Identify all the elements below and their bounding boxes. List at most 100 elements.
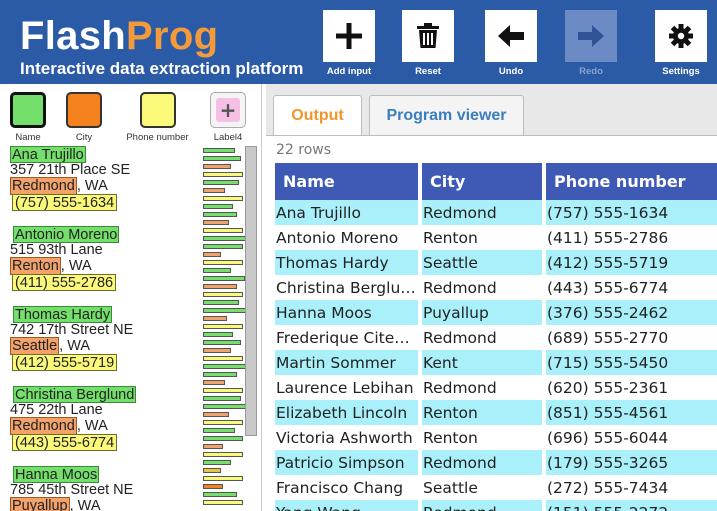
document-panel: Name City Phone number + Label4 Ana Truj…	[0, 84, 262, 511]
phone-highlight[interactable]: (411) 555-2786	[12, 274, 117, 291]
table-cell: Seattle	[418, 250, 544, 275]
table-cell: (620) 555-2361	[542, 375, 717, 400]
table-cell: Renton	[418, 400, 544, 425]
state-text: , WA	[69, 498, 101, 511]
table-cell: (757) 555-1634	[542, 200, 717, 225]
tab-output[interactable]: Output	[273, 95, 362, 135]
name-highlight[interactable]: Thomas Hardy	[13, 306, 113, 323]
output-table: Name City Phone number Ana Trujillo Redmo…	[275, 163, 717, 511]
arrow-right-icon	[565, 10, 617, 62]
city-highlight[interactable]: Seattle	[10, 337, 60, 355]
phone-highlight[interactable]: (443) 555-6774	[12, 434, 118, 451]
table-cell: Redmond	[418, 375, 544, 400]
table-cell: Christina Berglund	[275, 275, 420, 300]
column-header[interactable]: Phone number	[542, 163, 717, 200]
table-cell: Victoria Ashworth	[275, 425, 420, 450]
table-cell: Thomas Hardy	[275, 250, 420, 275]
table-cell: Seattle	[418, 475, 544, 500]
table-row[interactable]: Elizabeth Lincoln Renton (851) 555-4561	[275, 400, 717, 425]
table-row[interactable]: Francisco Chang Seattle (272) 555-7434	[275, 475, 717, 500]
name-highlight[interactable]: Hanna Moos	[13, 466, 100, 483]
app-tagline: Interactive data extraction platform	[20, 59, 304, 78]
redo-button[interactable]: Redo	[565, 10, 617, 80]
table-body: Ana Trujillo Redmond (757) 555-1634 Antonio…	[275, 200, 717, 511]
table-cell: Frederique Cite…	[275, 325, 420, 350]
city-color-box	[66, 92, 102, 128]
table-cell: Kent	[418, 350, 544, 375]
output-panel: Output Program viewer 22 rows Name City …	[266, 84, 717, 511]
plus-icon	[323, 10, 375, 62]
label-swatch-city[interactable]: City	[66, 92, 102, 143]
state-text: , WA	[60, 258, 92, 274]
app-header: FlashProg Interactive data extraction pl…	[0, 0, 717, 84]
table-row[interactable]: Thomas Hardy Seattle (412) 555-5719	[275, 250, 717, 275]
table-cell: Patricio Simpson	[275, 450, 420, 475]
table-row[interactable]: Victoria Ashworth Renton (696) 555-6044	[275, 425, 717, 450]
label-swatch-phone[interactable]: Phone number	[122, 92, 193, 143]
table-row[interactable]: Hanna Moos Puyallup (376) 555-2462	[275, 300, 717, 325]
table-cell: Elizabeth Lincoln	[275, 400, 420, 425]
row-count: 22 rows	[276, 142, 332, 158]
table-cell: (851) 555-4561	[542, 400, 717, 425]
table-cell: Ana Trujillo	[275, 200, 420, 225]
tab-bar: Output Program viewer	[266, 84, 717, 138]
table-cell: Yang Wang	[275, 500, 420, 511]
tab-program-viewer[interactable]: Program viewer	[369, 95, 524, 135]
reset-button[interactable]: Reset	[402, 10, 454, 80]
phone-color-box	[139, 92, 176, 128]
name-highlight[interactable]: Antonio Moreno	[13, 226, 120, 243]
table-cell: (696) 555-6044	[542, 425, 717, 450]
phone-highlight[interactable]: (757) 555-1634	[12, 194, 118, 211]
table-cell: Martin Sommer	[275, 350, 420, 375]
state-text: , WA	[59, 338, 91, 354]
table-row[interactable]: Christina Berglund Redmond (443) 555-6774	[275, 275, 717, 300]
trash-icon	[402, 10, 454, 62]
add-input-button[interactable]: Add input	[323, 10, 375, 80]
table-cell: (376) 555-2462	[542, 300, 717, 325]
name-highlight[interactable]: Ana Trujillo	[10, 146, 86, 163]
city-highlight[interactable]: Redmond	[10, 177, 77, 195]
document-text[interactable]: Ana Trujillo 357 21th Place SE Redmond, …	[10, 146, 198, 511]
table-cell: Antonio Moreno	[275, 225, 420, 250]
table-cell: Francisco Chang	[275, 475, 420, 500]
city-highlight[interactable]: Redmond	[10, 417, 77, 435]
city-highlight[interactable]: Renton	[10, 257, 61, 275]
label-swatch-name[interactable]: Name	[10, 92, 46, 143]
gear-icon	[655, 10, 707, 62]
add-label-button[interactable]: + Label4	[210, 92, 246, 143]
phone-highlight[interactable]: (412) 555-5719	[12, 354, 118, 371]
table-row[interactable]: Antonio Moreno Renton (411) 555-2786	[275, 225, 717, 250]
column-header[interactable]: City	[418, 163, 544, 200]
table-cell: Redmond	[418, 500, 544, 511]
table-cell: (689) 555-2770	[542, 325, 717, 350]
name-color-box	[10, 92, 46, 128]
table-cell: Redmond	[418, 325, 544, 350]
table-row[interactable]: Martin Sommer Kent (715) 555-5450	[275, 350, 717, 375]
table-row[interactable]: Frederique Cite… Redmond (689) 555-2770	[275, 325, 717, 350]
settings-button[interactable]: Settings	[655, 10, 707, 80]
undo-button[interactable]: Undo	[485, 10, 537, 80]
table-cell: (443) 555-6774	[542, 275, 717, 300]
table-cell: Laurence Lebihan	[275, 375, 420, 400]
table-cell: Hanna Moos	[275, 300, 420, 325]
state-text: , WA	[76, 178, 108, 194]
name-highlight[interactable]: Christina Berglund	[13, 386, 137, 403]
table-cell: Renton	[418, 425, 544, 450]
table-cell: (179) 555-3265	[542, 450, 717, 475]
table-row[interactable]: Ana Trujillo Redmond (757) 555-1634	[275, 200, 717, 225]
table-row[interactable]: Yang WangRedmond(151) 555-2272	[275, 500, 717, 511]
plus-icon: +	[210, 92, 246, 128]
table-row[interactable]: Patricio Simpson Redmond (179) 555-3265	[275, 450, 717, 475]
table-cell: Redmond	[418, 275, 544, 300]
table-row[interactable]: Laurence Lebihan Redmond (620) 555-2361	[275, 375, 717, 400]
table-cell: (411) 555-2786	[542, 225, 717, 250]
table-cell: Redmond	[418, 450, 544, 475]
table-cell: Redmond	[418, 200, 544, 225]
table-cell: Renton	[418, 225, 544, 250]
table-cell: (715) 555-5450	[542, 350, 717, 375]
city-highlight[interactable]: Puyallup	[10, 497, 70, 511]
column-header[interactable]: Name	[275, 163, 420, 200]
table-cell: Puyallup	[418, 300, 544, 325]
document-scrollbar[interactable]	[245, 146, 257, 436]
arrow-left-icon	[485, 10, 537, 62]
